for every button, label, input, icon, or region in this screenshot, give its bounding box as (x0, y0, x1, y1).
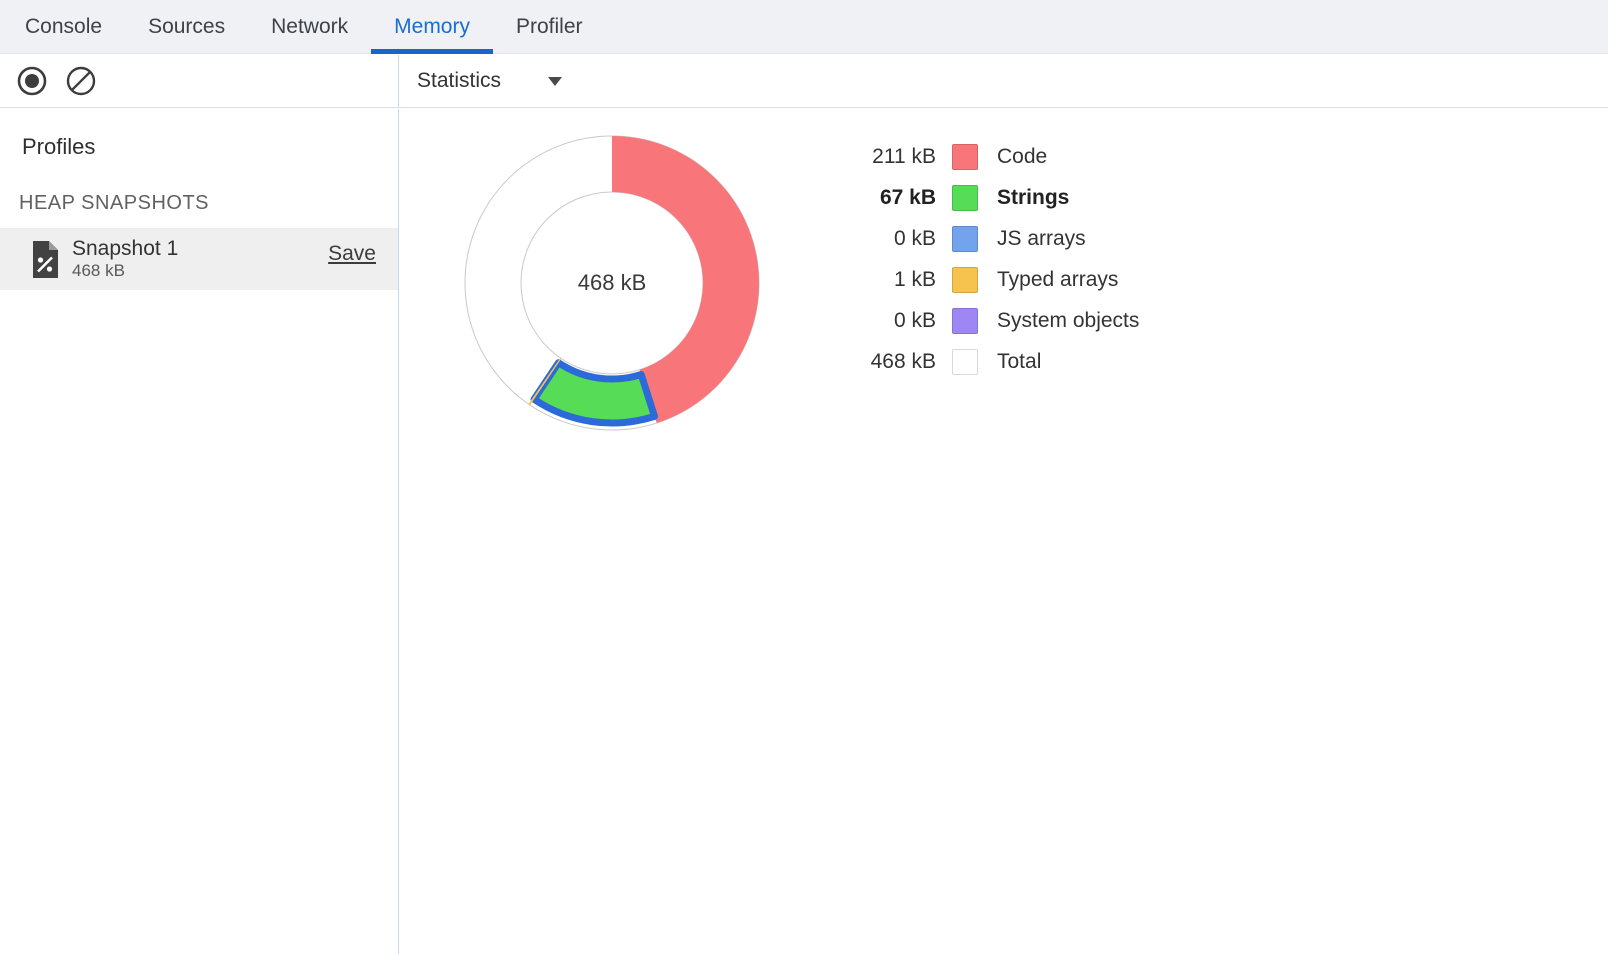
heap-snapshot-document-icon (28, 239, 62, 280)
clear-icon (64, 64, 98, 98)
devtools-memory-panel: Console Sources Network Memory Profiler (0, 0, 1608, 954)
legend-swatch-icon (952, 308, 978, 334)
legend-row-code: 211 kB Code (846, 143, 1139, 171)
perspective-select[interactable]: Statistics (417, 69, 563, 93)
tab-memory[interactable]: Memory (371, 0, 493, 53)
donut-center-total-label: 468 kB (578, 270, 647, 296)
profiles-sidebar: Profiles HEAP SNAPSHOTS Snapshot 1 468 k… (0, 109, 399, 954)
legend-row-js-arrays: 0 kB JS arrays (846, 225, 1139, 253)
dropdown-arrow-icon (547, 75, 563, 87)
legend-value: 211 kB (846, 145, 936, 169)
legend-label: JS arrays (997, 227, 1086, 251)
tab-sources[interactable]: Sources (125, 0, 248, 53)
legend-label: Typed arrays (997, 268, 1118, 292)
snapshot-list-item[interactable]: Snapshot 1 468 kB Save (0, 228, 398, 290)
profiles-title: Profiles (22, 134, 398, 160)
legend-label: System objects (997, 309, 1139, 333)
snapshot-title: Snapshot 1 (72, 237, 178, 261)
legend-swatch-icon (952, 226, 978, 252)
legend-label: Code (997, 145, 1047, 169)
snapshot-meta: Snapshot 1 468 kB (72, 237, 178, 281)
chart-legend: 211 kB Code 67 kB Strings 0 kB JS arrays 1 kB T… (846, 143, 1139, 389)
perspective-select-value: Statistics (417, 69, 501, 93)
tab-network[interactable]: Network (248, 0, 371, 53)
legend-row-system-objects: 0 kB System objects (846, 307, 1139, 335)
record-button[interactable] (15, 64, 49, 98)
legend-value: 1 kB (846, 268, 936, 292)
legend-value: 67 kB (846, 186, 936, 210)
tab-console[interactable]: Console (2, 0, 125, 53)
legend-label: Strings (997, 186, 1069, 210)
legend-swatch-icon (952, 267, 978, 293)
toolbar-right-section: Statistics (399, 55, 1608, 107)
legend-label: Total (997, 350, 1041, 374)
heap-snapshots-section-title: HEAP SNAPSHOTS (19, 192, 398, 215)
legend-swatch-icon (952, 144, 978, 170)
clear-button[interactable] (64, 64, 98, 98)
panel-tab-bar: Console Sources Network Memory Profiler (0, 0, 1608, 54)
legend-swatch-icon (952, 185, 978, 211)
legend-row-total: 468 kB Total (846, 348, 1139, 376)
tab-profiler[interactable]: Profiler (493, 0, 606, 53)
legend-swatch-icon (952, 349, 978, 375)
legend-value: 468 kB (846, 350, 936, 374)
legend-value: 0 kB (846, 309, 936, 333)
legend-row-typed-arrays: 1 kB Typed arrays (846, 266, 1139, 294)
record-icon (15, 64, 49, 98)
toolbar-left-section (0, 55, 399, 107)
legend-row-strings: 67 kB Strings (846, 184, 1139, 212)
memory-toolbar: Statistics (0, 55, 1608, 108)
legend-value: 0 kB (846, 227, 936, 251)
snapshot-size: 468 kB (72, 261, 178, 281)
save-snapshot-link[interactable]: Save (328, 242, 376, 266)
